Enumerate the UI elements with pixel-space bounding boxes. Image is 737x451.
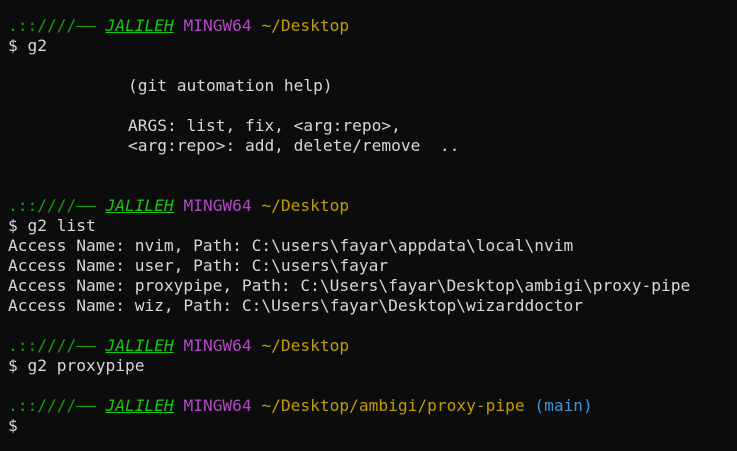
output-line: Access Name: user, Path: C:\users\fayar (8, 256, 389, 275)
terminal-window[interactable]: .::∕∕∕∕―― JALILEH MINGW64 ~/Desktop $ g2… (0, 0, 737, 451)
prompt-user: JALILEH (105, 336, 174, 355)
output-line: Access Name: proxypipe, Path: C:\Users\f… (8, 276, 691, 295)
prompt-cwd: ~/Desktop (261, 196, 350, 215)
prompt-cwd: ~/Desktop (261, 336, 350, 355)
output-line: Access Name: nvim, Path: C:\users\fayar\… (8, 236, 574, 255)
output-line: Access Name: wiz, Path: C:\Users\fayar\D… (8, 296, 583, 315)
command-input-line[interactable]: $ (8, 416, 18, 436)
output-line: <arg:repo>: add, delete/remove .. (128, 136, 460, 155)
command-line: $ g2 (8, 36, 47, 55)
command-line: $ g2 list (8, 216, 96, 235)
prompt-line: .::∕∕∕∕―― JALILEH MINGW64 ~/Desktop (8, 196, 349, 216)
prompt-host: MINGW64 (183, 396, 252, 415)
prompt-host: MINGW64 (183, 16, 252, 35)
prompt-host: MINGW64 (183, 336, 252, 355)
output-line: (git automation help) (128, 76, 333, 95)
prompt-symbol: $ (8, 416, 18, 435)
prompt-line: .::∕∕∕∕―― JALILEH MINGW64 ~/Desktop/ambi… (8, 396, 593, 416)
prompt-decoration: .::∕∕∕∕―― (8, 396, 96, 415)
prompt-decoration: .::∕∕∕∕―― (8, 336, 96, 355)
prompt-line: .::∕∕∕∕―― JALILEH MINGW64 ~/Desktop (8, 16, 349, 36)
command-line: $ g2 proxypipe (8, 356, 145, 375)
prompt-cwd: ~/Desktop (261, 16, 350, 35)
prompt-user: JALILEH (105, 196, 174, 215)
prompt-line: .::∕∕∕∕―― JALILEH MINGW64 ~/Desktop (8, 336, 349, 356)
prompt-user: JALILEH (105, 396, 174, 415)
output-line: ARGS: list, fix, <arg:repo>, (128, 116, 401, 135)
prompt-decoration: .::∕∕∕∕―― (8, 16, 96, 35)
prompt-cwd: ~/Desktop/ambigi/proxy-pipe (261, 396, 525, 415)
prompt-host: MINGW64 (183, 196, 252, 215)
git-branch: (main) (534, 396, 593, 415)
prompt-user: JALILEH (105, 16, 174, 35)
prompt-decoration: .::∕∕∕∕―― (8, 196, 96, 215)
